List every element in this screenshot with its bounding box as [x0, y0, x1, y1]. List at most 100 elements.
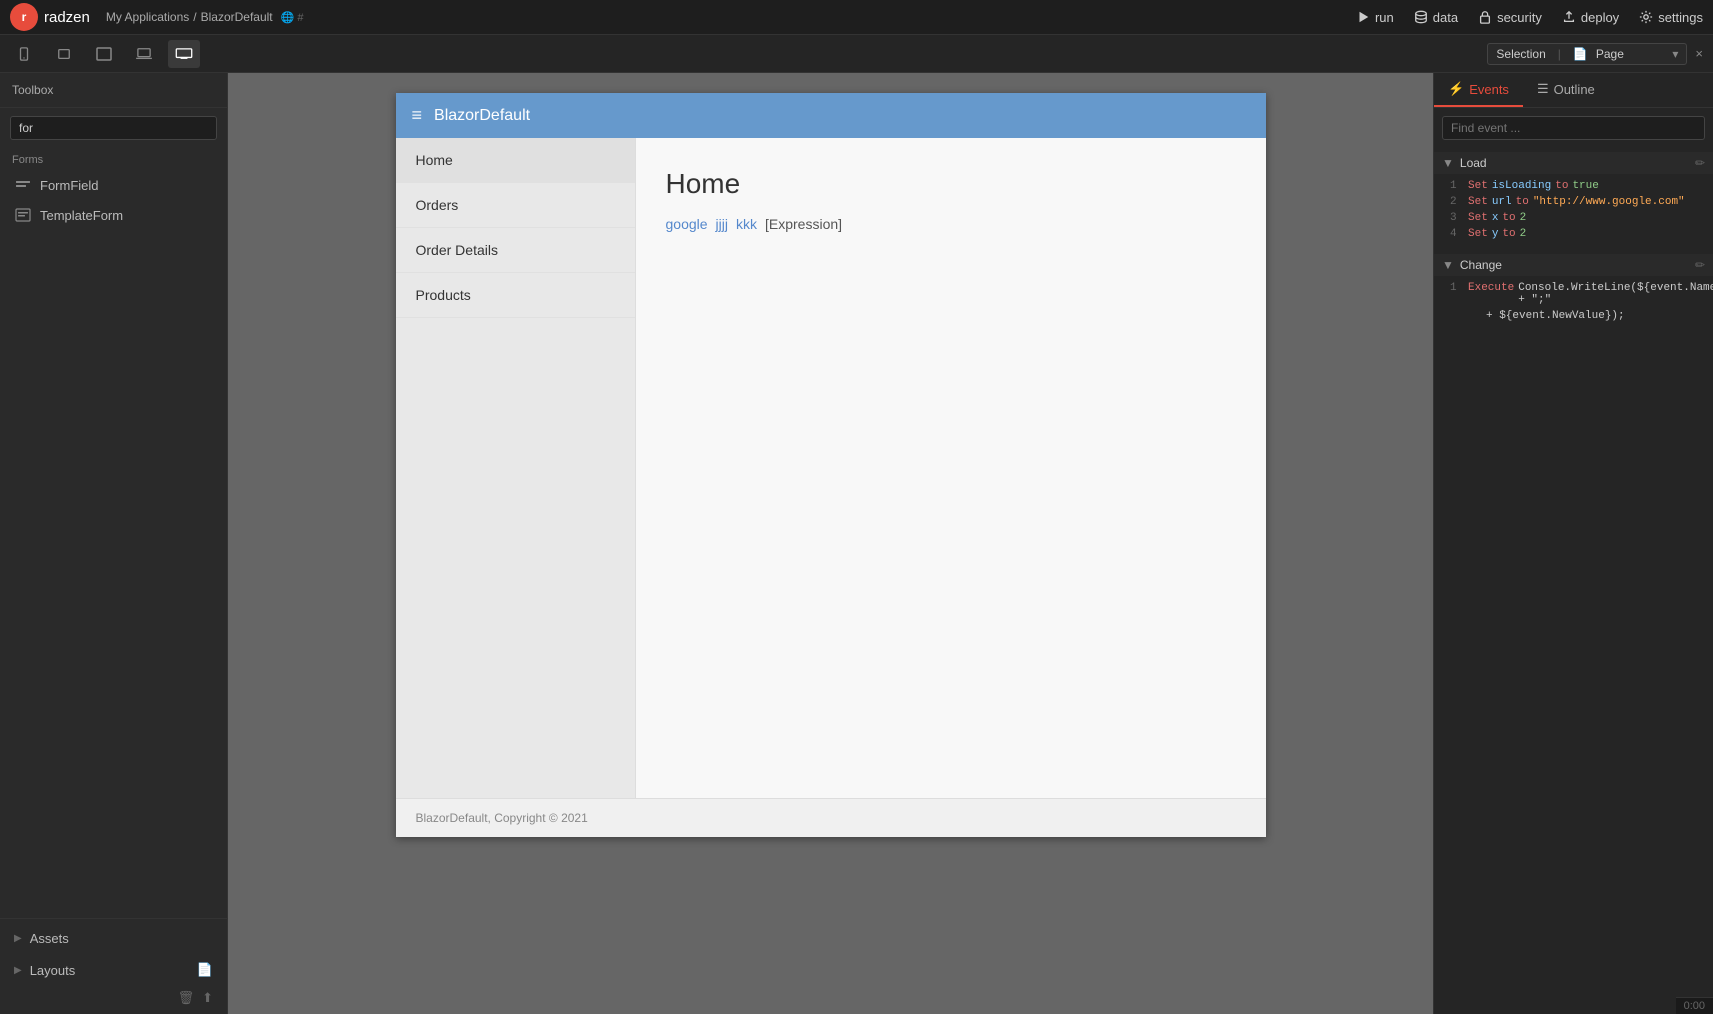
page-link-row: google jjjj kkk [Expression] — [666, 216, 1236, 232]
nav-item-products[interactable]: Products — [396, 273, 635, 318]
nav-item-home[interactable]: Home — [396, 138, 635, 183]
security-button[interactable]: security — [1478, 10, 1542, 25]
second-bar: Selection | 📄 Page ▾ × — [0, 35, 1713, 73]
page-label: Page — [1596, 47, 1624, 61]
formfield-icon — [14, 176, 32, 194]
event-line: 2 Set url to "http://www.google.com" — [1450, 194, 1705, 210]
device-tablet-button[interactable] — [88, 40, 120, 68]
run-button[interactable]: run — [1356, 10, 1394, 25]
app-content: Home google jjjj kkk [Expression] — [636, 138, 1266, 798]
event-line: 4 Set y to 2 — [1450, 226, 1705, 242]
tab-outline[interactable]: ☰ Outline — [1523, 73, 1609, 107]
app-title: BlazorDefault — [434, 107, 530, 125]
load-event-lines: 1 Set isLoading to true 2 Set url to "ht… — [1434, 174, 1713, 246]
templateform-icon — [14, 206, 32, 224]
settings-button[interactable]: settings — [1639, 10, 1703, 25]
logo-text: radzen — [44, 9, 90, 26]
breadcrumb-project[interactable]: BlazorDefault — [201, 10, 273, 24]
data-button[interactable]: data — [1414, 10, 1458, 25]
search-input[interactable] — [10, 116, 217, 140]
event-line: 1 Set isLoading to true — [1450, 178, 1705, 194]
status-time: 0:00 — [1684, 1000, 1705, 1012]
chevron-down-icon: ▾ — [1672, 47, 1678, 61]
device-tablet-sm-button[interactable] — [48, 40, 80, 68]
edit-change-icon[interactable]: ✏ — [1695, 258, 1705, 272]
expression-text: [Expression] — [765, 216, 842, 232]
page-frame: ≡ BlazorDefault Home Orders Order Detail… — [396, 93, 1266, 837]
nav-item-order-details[interactable]: Order Details — [396, 228, 635, 273]
toggle-change-icon: ▼ — [1442, 258, 1454, 272]
topbar-right: run data security deploy settings — [1356, 10, 1703, 25]
logo-icon: r — [10, 3, 38, 31]
sidebar-item-layouts[interactable]: ▶ Layouts 📄 — [0, 954, 227, 986]
app-header: ≡ BlazorDefault — [396, 93, 1266, 138]
edit-load-icon[interactable]: ✏ — [1695, 156, 1705, 170]
second-bar-right: Selection | 📄 Page ▾ × — [1487, 43, 1705, 65]
event-line: + ${event.NewValue}); — [1450, 308, 1705, 324]
event-line: 3 Set x to 2 — [1450, 210, 1705, 226]
events-icon: ⚡ — [1448, 81, 1464, 97]
toolbox-header: Toolbox — [0, 73, 227, 108]
link-google[interactable]: google — [666, 216, 708, 232]
link-kkk[interactable]: kkk — [736, 216, 757, 232]
selection-dropdown[interactable]: Selection | 📄 Page ▾ — [1487, 43, 1687, 65]
sidebar-item-formfield[interactable]: FormField — [0, 170, 227, 200]
deploy-button[interactable]: deploy — [1562, 10, 1619, 25]
new-file-icon[interactable]: 📄 — [197, 962, 213, 978]
layouts-label: Layouts — [30, 963, 76, 978]
breadcrumb-icons: 🌐 # — [281, 11, 304, 24]
toolbox-label: Toolbox — [12, 83, 53, 97]
find-event-input[interactable] — [1442, 116, 1705, 140]
breadcrumb-sep: / — [193, 10, 196, 24]
page-title-display: Home — [666, 168, 1236, 200]
sidebar: Toolbox Forms FormField TemplateForm ▶ A… — [0, 73, 228, 1014]
canvas-area: ≡ BlazorDefault Home Orders Order Detail… — [228, 73, 1433, 1014]
event-section-load-header[interactable]: ▼ Load ✏ — [1434, 152, 1713, 174]
change-section-title: Change — [1460, 258, 1689, 272]
menu-icon: ≡ — [412, 105, 423, 126]
breadcrumb: My Applications / BlazorDefault 🌐 # — [106, 10, 304, 24]
device-laptop-button[interactable] — [128, 40, 160, 68]
close-button[interactable]: × — [1693, 44, 1705, 63]
trash-icon[interactable]: 🗑 — [178, 990, 195, 1006]
change-event-lines: 1 Execute Console.WriteLine(${event.Name… — [1434, 276, 1713, 328]
page-icon: 📄 — [1573, 47, 1588, 61]
event-section-change: ▼ Change ✏ 1 Execute Console.WriteLine($… — [1434, 254, 1713, 328]
app-nav: Home Orders Order Details Products — [396, 138, 636, 798]
events-label: Events — [1469, 82, 1509, 97]
right-panel: ⚡ Events ☰ Outline ▼ Load ✏ 1 Set isLoad… — [1433, 73, 1713, 1014]
event-section-load: ▼ Load ✏ 1 Set isLoading to true 2 Set u… — [1434, 152, 1713, 246]
app-footer: BlazorDefault, Copyright © 2021 — [396, 798, 1266, 837]
main-layout: Toolbox Forms FormField TemplateForm ▶ A… — [0, 73, 1713, 1014]
chevron-right-icon: ▶ — [14, 933, 22, 944]
link-jjjj[interactable]: jjjj — [716, 216, 728, 232]
outline-label: Outline — [1554, 82, 1595, 97]
upload-icon[interactable]: ⬆ — [202, 990, 213, 1006]
toggle-load-icon: ▼ — [1442, 156, 1454, 170]
assets-label: Assets — [30, 931, 69, 946]
device-desktop-button[interactable] — [168, 40, 200, 68]
outline-icon: ☰ — [1537, 81, 1549, 97]
logo[interactable]: r radzen — [10, 3, 90, 31]
event-line: 1 Execute Console.WriteLine(${event.Name… — [1450, 280, 1705, 308]
status-bar: 0:00 — [1676, 997, 1713, 1014]
chevron-right-icon2: ▶ — [14, 965, 22, 976]
templateform-label: TemplateForm — [40, 208, 123, 223]
device-phone-button[interactable] — [8, 40, 40, 68]
nav-item-orders[interactable]: Orders — [396, 183, 635, 228]
sidebar-item-templateform[interactable]: TemplateForm — [0, 200, 227, 230]
event-section-change-header[interactable]: ▼ Change ✏ — [1434, 254, 1713, 276]
footer-text: BlazorDefault, Copyright © 2021 — [416, 811, 588, 825]
sidebar-action-icons: 📄 — [197, 962, 213, 978]
sidebar-bottom: ▶ Assets ▶ Layouts 📄 🗑 ⬆ — [0, 918, 227, 1014]
selection-label: Selection — [1496, 47, 1545, 61]
sidebar-item-assets[interactable]: ▶ Assets — [0, 923, 227, 954]
forms-section-label: Forms — [0, 148, 227, 170]
right-panel-tabs: ⚡ Events ☰ Outline — [1434, 73, 1713, 108]
formfield-label: FormField — [40, 178, 99, 193]
app-layout: Home Orders Order Details Products Home … — [396, 138, 1266, 798]
tab-events[interactable]: ⚡ Events — [1434, 73, 1523, 107]
topbar: r radzen My Applications / BlazorDefault… — [0, 0, 1713, 35]
load-section-title: Load — [1460, 156, 1689, 170]
breadcrumb-app[interactable]: My Applications — [106, 10, 189, 24]
